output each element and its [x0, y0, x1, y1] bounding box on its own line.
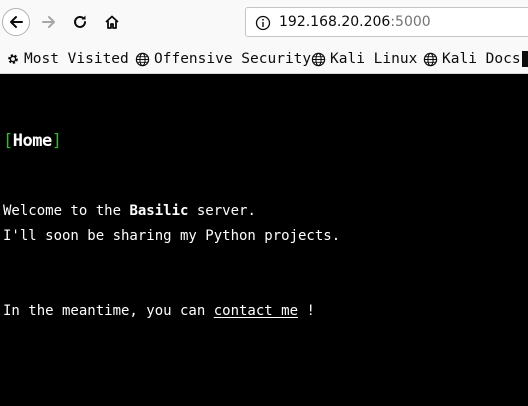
bookmark-kali-linux[interactable]: Kali Linux — [311, 49, 417, 69]
bookmark-kali-docs[interactable]: Kali Docs — [423, 49, 521, 69]
reload-button[interactable] — [67, 9, 93, 35]
home-button[interactable] — [99, 9, 125, 35]
page-nav: [Home] — [3, 131, 62, 151]
projects-line: I'll soon be sharing my Python projects. — [3, 228, 341, 244]
nav-close-bracket: ] — [51, 131, 62, 151]
bookmark-offensive-security[interactable]: Offensive Security — [135, 49, 311, 69]
nav-open-bracket: [ — [3, 131, 13, 151]
bookmarks-toolbar: Most Visited Offensive Security Kali Lin… — [0, 44, 528, 74]
meantime-suffix: ! — [298, 303, 315, 319]
welcome-suffix: server. — [188, 203, 256, 219]
globe-icon — [135, 52, 150, 66]
meantime-line: In the meantime, you can contact me ! — [3, 303, 315, 319]
bookmark-label: Most Visited — [24, 51, 129, 67]
bookmark-label: Kali Docs — [442, 51, 521, 67]
bookmark-overflow-icon[interactable] — [522, 51, 528, 67]
home-icon — [105, 15, 119, 29]
contact-link[interactable]: contact me — [214, 303, 298, 319]
browser-toolbar: 192.168.20.206:5000 — [0, 0, 528, 44]
back-arrow-icon — [10, 16, 23, 28]
url-port: :5000 — [390, 14, 431, 30]
welcome-prefix: Welcome to the — [3, 203, 130, 219]
server-name: Basilic — [129, 203, 189, 219]
home-link[interactable]: Home — [13, 131, 52, 151]
page-content: [Home] Welcome to the Basilic server. I'… — [0, 74, 528, 406]
bookmark-label: Offensive Security — [154, 51, 312, 67]
back-button[interactable] — [2, 8, 30, 36]
reload-icon — [74, 15, 86, 28]
meantime-prefix: In the meantime, you can — [3, 303, 214, 319]
globe-icon — [311, 52, 326, 66]
url-host: 192.168.20.206 — [279, 14, 391, 30]
bookmark-most-visited[interactable]: Most Visited — [6, 49, 129, 69]
forward-arrow-icon — [42, 16, 55, 28]
forward-button[interactable] — [36, 9, 62, 35]
url-bar[interactable]: 192.168.20.206:5000 — [245, 7, 528, 37]
gear-icon — [8, 54, 18, 64]
url-text[interactable]: 192.168.20.206:5000 — [279, 14, 431, 30]
bookmark-label: Kali Linux — [330, 51, 418, 67]
info-icon[interactable] — [255, 15, 271, 31]
globe-icon — [423, 52, 438, 66]
welcome-line: Welcome to the Basilic server. — [3, 203, 256, 219]
